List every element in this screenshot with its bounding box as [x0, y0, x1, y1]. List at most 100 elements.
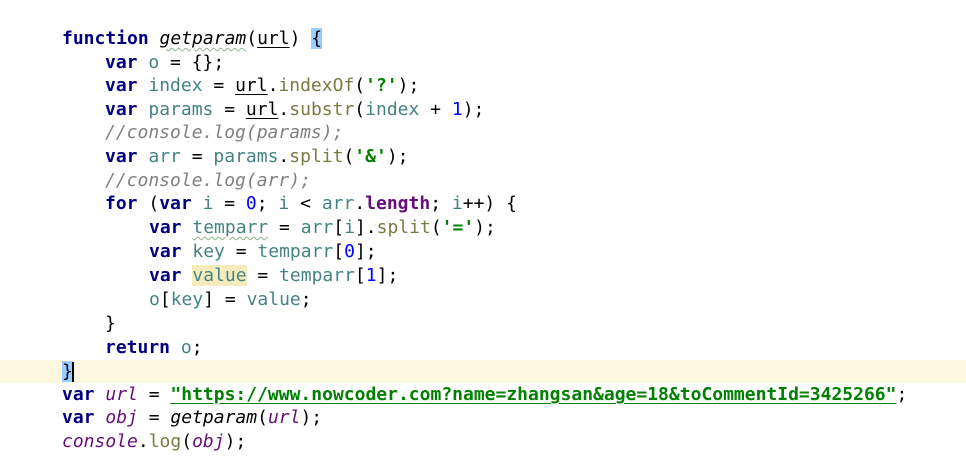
code-token: split [289, 146, 344, 167]
code-token: function [62, 28, 149, 49]
code-token: = {}; [159, 52, 225, 73]
code-token: = [180, 146, 214, 167]
code-token: 0 [344, 241, 355, 262]
code-token: ); [300, 407, 323, 428]
code-token: o [149, 289, 160, 310]
code-token: getparam [159, 28, 247, 49]
code-token: temparr [192, 217, 269, 238]
code-token: temparr [279, 265, 355, 286]
code-token: //console.log(arr); [105, 170, 311, 191]
current-code-line[interactable]: } [0, 360, 966, 383]
code-token: temparr [257, 241, 334, 262]
code-token: } [105, 313, 116, 334]
code-token: ); [224, 431, 247, 452]
code-token: var [159, 193, 192, 214]
code-token: var [105, 52, 138, 73]
code-token: var [105, 146, 138, 167]
code-token: . [137, 431, 149, 452]
code-token: . [267, 75, 279, 96]
code-token: ); [386, 146, 409, 167]
text-caret [71, 362, 74, 382]
code-token: obj [192, 431, 225, 452]
code-token: var [149, 241, 182, 262]
code-token: ; [430, 193, 452, 214]
code-token: { [311, 28, 323, 49]
code-token: value [192, 265, 247, 286]
code-token: length [365, 193, 431, 214]
code-token: = [137, 384, 171, 405]
code-token: ( [354, 75, 366, 96]
code-token: url [235, 75, 268, 96]
code-token: split [376, 217, 431, 238]
code-token: index [148, 75, 203, 96]
code-token: = [268, 217, 301, 238]
code-token: index [365, 99, 420, 120]
code-token: ]; [376, 265, 399, 286]
code-token: i [451, 193, 463, 214]
code-token: [ [333, 217, 345, 238]
code-token: o [180, 337, 192, 358]
code-token: '=' [441, 217, 475, 238]
code-token: key [170, 289, 204, 310]
code-token: key [192, 241, 225, 262]
code-token: arr [321, 193, 355, 214]
code-token: var [62, 384, 95, 405]
code-token: ; [256, 193, 279, 214]
code-token: arr [148, 146, 181, 167]
code-token: ( [430, 217, 442, 238]
code-token: 1 [365, 265, 377, 286]
code-token: ( [354, 99, 366, 120]
code-token: value [246, 289, 301, 310]
code-token: arr [300, 217, 334, 238]
code-token: obj [105, 407, 138, 428]
code-token: 0 [245, 193, 257, 214]
code-token: params [213, 146, 279, 167]
code-token: ]; [354, 241, 377, 262]
code-token: ] = [203, 289, 247, 310]
code-token: var [105, 75, 138, 96]
code-token: 1 [451, 99, 463, 120]
code-token: params [148, 99, 214, 120]
code-token: getparam [170, 407, 258, 428]
code-token: ; [300, 289, 312, 310]
code-token: var [149, 265, 182, 286]
code-token: url [267, 407, 301, 428]
code-token: ( [343, 146, 355, 167]
code-token: . [354, 193, 366, 214]
code-token: url [105, 384, 138, 405]
code-token: ; [191, 337, 203, 358]
code-token: "https://www.nowcoder.com?name=zhangsan&… [170, 384, 897, 405]
code-token: . [278, 99, 290, 120]
code-token: for [105, 193, 138, 214]
code-token: ( [181, 431, 193, 452]
code-token: < [289, 193, 322, 214]
code-token: ) [289, 28, 312, 49]
code-token: + [419, 99, 452, 120]
code-token: ; [896, 384, 908, 405]
code-token: o [148, 52, 160, 73]
code-token: '&' [354, 146, 387, 167]
code-token: url [257, 28, 290, 49]
code-token: var [62, 407, 95, 428]
code-token: = [137, 407, 171, 428]
code-token: i [344, 217, 355, 238]
code-token: = [224, 241, 258, 262]
code-token: [ [159, 289, 171, 310]
code-editor[interactable]: function getparam ( url) { var o = {}; var… [0, 0, 966, 469]
code-token: i [202, 193, 214, 214]
code-token: = [246, 265, 280, 286]
code-token: var [149, 217, 182, 238]
code-token: ++) { [462, 193, 517, 214]
code-token: ]. [354, 217, 377, 238]
